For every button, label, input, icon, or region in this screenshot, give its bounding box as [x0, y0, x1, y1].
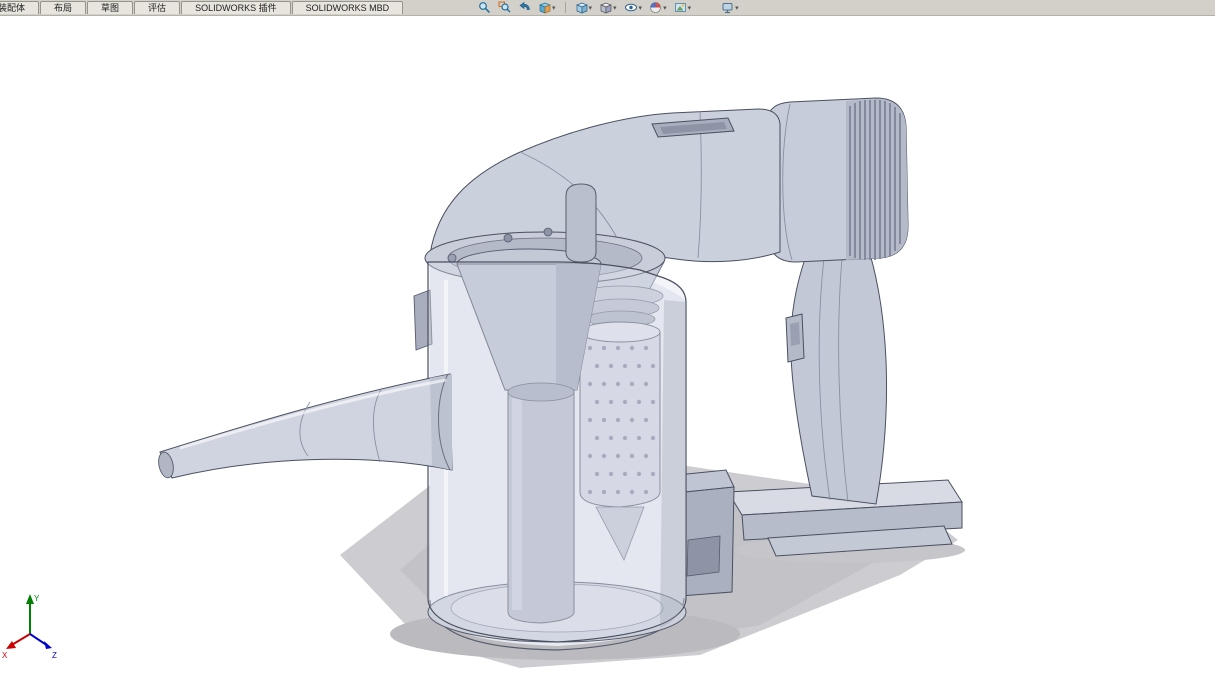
zoom-to-area-icon[interactable] — [498, 0, 511, 15]
orientation-triad: Y X Z — [2, 594, 57, 660]
ribbon-tabs: 装配体 布局 草图 评估 SOLIDWORKS 插件 SOLIDWORKS MB… — [0, 1, 404, 15]
tab-sketch[interactable]: 草图 — [87, 1, 134, 14]
motor-housing[interactable] — [767, 97, 909, 263]
hide-show-items-icon[interactable] — [624, 0, 643, 15]
graphics-area-svg: Y X Z — [2, 97, 965, 668]
zoom-to-fit-icon[interactable] — [478, 0, 491, 15]
section-view-icon[interactable] — [538, 0, 556, 15]
graphics-viewport[interactable]: Y X Z — [0, 16, 1215, 690]
tab-solidworks-addins[interactable]: SOLIDWORKS 插件 — [181, 1, 291, 14]
nozzle-tube[interactable] — [156, 373, 453, 479]
triad-x-label: X — [2, 651, 8, 660]
edit-appearance-icon[interactable] — [649, 0, 667, 15]
apply-scene-icon[interactable] — [674, 0, 692, 15]
toolbar-separator — [564, 2, 566, 13]
tab-evaluate[interactable]: 评估 — [134, 1, 181, 14]
triad-y-label: Y — [34, 594, 40, 603]
previous-view-icon[interactable] — [518, 0, 531, 15]
tab-layout[interactable]: 布局 — [40, 1, 87, 14]
tab-solidworks-mbd[interactable]: SOLIDWORKS MBD — [291, 1, 404, 14]
display-style-icon[interactable] — [599, 0, 617, 15]
view-settings-icon[interactable] — [721, 0, 739, 15]
dust-cup[interactable] — [413, 183, 687, 651]
ribbon-bar: 装配体 布局 草图 评估 SOLIDWORKS 插件 SOLIDWORKS MB… — [0, 0, 1215, 16]
tab-assembly[interactable]: 装配体 — [0, 1, 40, 14]
heads-up-view-toolbar — [478, 0, 739, 15]
triad-z-label: Z — [52, 651, 57, 660]
handle-grip[interactable] — [785, 253, 888, 505]
view-orientation-icon[interactable] — [575, 0, 593, 15]
